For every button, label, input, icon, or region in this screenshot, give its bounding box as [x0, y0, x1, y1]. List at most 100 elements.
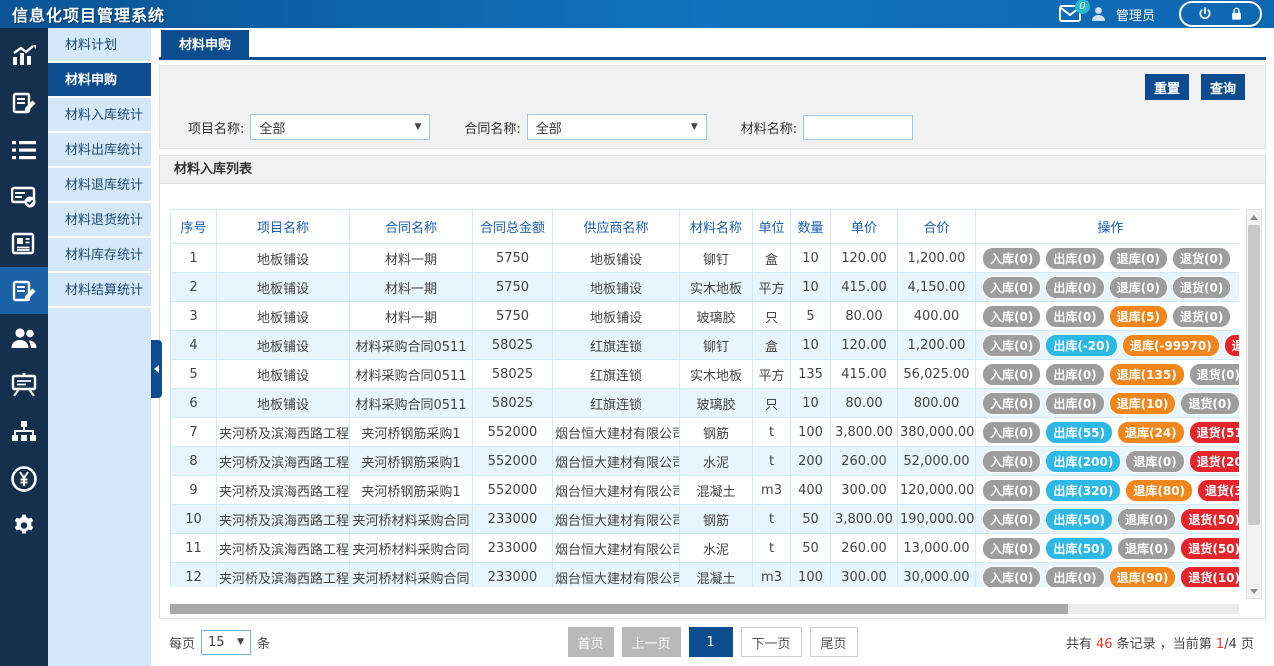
- inbound-button[interactable]: 入库(0): [982, 305, 1041, 328]
- sidebar-item[interactable]: 材料入库统计: [48, 98, 151, 133]
- store-return-button[interactable]: 退库(0): [1109, 247, 1168, 270]
- store-return-button[interactable]: 退库(80): [1125, 479, 1193, 502]
- goods-return-button[interactable]: 退货(0): [1189, 363, 1239, 386]
- yuan-icon[interactable]: [0, 455, 48, 502]
- outbound-button[interactable]: 出库(0): [1045, 566, 1104, 588]
- goods-return-button[interactable]: 退货(50): [1180, 508, 1239, 531]
- material-name-input[interactable]: [803, 115, 913, 140]
- goods-return-button[interactable]: 退货(320): [1197, 479, 1239, 502]
- reset-button[interactable]: 重置: [1145, 74, 1189, 100]
- scroll-up-icon[interactable]: [1247, 210, 1261, 224]
- sidebar-item[interactable]: 材料申购: [48, 63, 151, 98]
- inbound-button[interactable]: 入库(0): [982, 334, 1041, 357]
- pager-button[interactable]: 首页: [567, 627, 613, 657]
- sidebar-collapse-toggle[interactable]: [151, 340, 162, 398]
- lock-icon[interactable]: [1229, 6, 1244, 22]
- users-icon[interactable]: [0, 314, 48, 361]
- pager-button[interactable]: 尾页: [810, 627, 858, 657]
- outbound-button[interactable]: 出库(50): [1045, 508, 1113, 531]
- form-edit-active-icon[interactable]: [0, 267, 48, 314]
- inbound-button[interactable]: 入库(0): [982, 479, 1041, 502]
- outbound-button[interactable]: 出库(-20): [1045, 334, 1118, 357]
- user-name[interactable]: 管理员: [1116, 5, 1155, 24]
- goods-return-button[interactable]: 退货(50): [1180, 537, 1239, 560]
- store-return-button[interactable]: 退库(0): [1117, 537, 1176, 560]
- contract-name-select[interactable]: 全部 ▼: [527, 114, 707, 140]
- store-return-button[interactable]: 退库(0): [1109, 276, 1168, 299]
- store-return-button[interactable]: 退库(10): [1109, 392, 1177, 415]
- sidebar-item[interactable]: 材料退货统计: [48, 203, 151, 238]
- scroll-down-icon[interactable]: [1247, 584, 1261, 598]
- sidebar-item[interactable]: 材料库存统计: [48, 238, 151, 273]
- outbound-button[interactable]: 出库(200): [1045, 450, 1121, 473]
- outbound-button[interactable]: 出库(320): [1045, 479, 1121, 502]
- horizontal-scrollbar[interactable]: [170, 604, 1239, 614]
- goods-return-button[interactable]: 退货(0): [1180, 392, 1239, 415]
- inbound-button[interactable]: 入库(0): [982, 566, 1041, 588]
- chart-icon[interactable]: [0, 32, 48, 79]
- goods-return-button[interactable]: 退货(0): [1172, 276, 1231, 299]
- gear-icon[interactable]: [0, 502, 48, 549]
- outbound-button[interactable]: 出库(0): [1045, 305, 1104, 328]
- outbound-button[interactable]: 出库(50): [1045, 537, 1113, 560]
- outbound-button[interactable]: 出库(0): [1045, 392, 1104, 415]
- goods-return-button[interactable]: 退货(200): [1189, 450, 1239, 473]
- search-button[interactable]: 查询: [1201, 74, 1245, 100]
- inbound-button[interactable]: 入库(0): [982, 392, 1041, 415]
- sidebar-item[interactable]: 材料计划: [48, 28, 151, 63]
- sitemap-icon[interactable]: [0, 408, 48, 455]
- inbound-button[interactable]: 入库(0): [982, 421, 1041, 444]
- store-return-button[interactable]: 退库(24): [1117, 421, 1185, 444]
- inbound-button[interactable]: 入库(0): [982, 276, 1041, 299]
- pager-button[interactable]: 下一页: [741, 627, 802, 657]
- tab-material-request[interactable]: 材料申购: [161, 30, 249, 57]
- store-return-button[interactable]: 退库(-99970): [1122, 334, 1220, 357]
- project-name-select[interactable]: 全部 ▼: [250, 114, 430, 140]
- pager-button[interactable]: 上一页: [621, 627, 680, 657]
- horizontal-scrollbar-thumb[interactable]: [170, 604, 1068, 614]
- sidebar-item[interactable]: 材料结算统计: [48, 273, 151, 308]
- store-return-button[interactable]: 退库(0): [1125, 450, 1184, 473]
- goods-return-button[interactable]: 退货(0): [1172, 305, 1231, 328]
- outbound-button[interactable]: 出库(0): [1045, 247, 1104, 270]
- store-return-button[interactable]: 退库(5): [1109, 305, 1168, 328]
- user-icon: [1091, 6, 1106, 22]
- top-bar: 信息化项目管理系统 0 管理员: [0, 0, 1274, 28]
- vertical-scrollbar[interactable]: [1246, 209, 1262, 599]
- actions-cell: 入库(0)出库(0)退库(135)退货(0): [976, 360, 1240, 389]
- sidebar-item[interactable]: 材料退库统计: [48, 168, 151, 203]
- store-return-button[interactable]: 退库(0): [1117, 508, 1176, 531]
- topbar-right: 0 管理员: [1059, 1, 1262, 27]
- outbound-button[interactable]: 出库(0): [1045, 363, 1104, 386]
- news-icon[interactable]: [0, 220, 48, 267]
- actions-cell: 入库(0)出库(0)退库(10)退货(0): [976, 389, 1240, 418]
- outbound-button[interactable]: 出库(55): [1045, 421, 1113, 444]
- store-return-button[interactable]: 退库(135): [1109, 363, 1185, 386]
- inbound-button[interactable]: 入库(0): [982, 363, 1041, 386]
- column-header: 序号: [171, 210, 217, 244]
- form-edit-icon[interactable]: [0, 79, 48, 126]
- inbound-button[interactable]: 入库(0): [982, 247, 1041, 270]
- goods-return-button[interactable]: 退货(0): [1172, 247, 1231, 270]
- pager-button[interactable]: 1: [689, 627, 733, 657]
- column-header: 供应商名称: [553, 210, 680, 244]
- message-icon[interactable]: 0: [1059, 5, 1081, 23]
- vertical-scrollbar-thumb[interactable]: [1248, 225, 1260, 525]
- actions-cell: 入库(0)出库(50)退库(0)退货(50): [976, 534, 1240, 563]
- actions-cell: 入库(0)出库(0)退库(0)退货(0): [976, 273, 1240, 302]
- inbound-button[interactable]: 入库(0): [982, 450, 1041, 473]
- tab-bar: 材料申购: [159, 30, 1266, 60]
- outbound-button[interactable]: 出库(0): [1045, 276, 1104, 299]
- list-icon[interactable]: [0, 126, 48, 173]
- per-page-select[interactable]: 15 ▼: [201, 630, 251, 655]
- store-return-button[interactable]: 退库(90): [1109, 566, 1177, 588]
- goods-return-button[interactable]: 退货(9998: [1224, 334, 1239, 357]
- power-icon[interactable]: [1197, 6, 1213, 22]
- inbound-button[interactable]: 入库(0): [982, 508, 1041, 531]
- inbound-button[interactable]: 入库(0): [982, 537, 1041, 560]
- board-icon[interactable]: [0, 361, 48, 408]
- goods-return-button[interactable]: 退货(10): [1180, 566, 1239, 588]
- goods-return-button[interactable]: 退货(51): [1189, 421, 1239, 444]
- card-check-icon[interactable]: [0, 173, 48, 220]
- sidebar-item[interactable]: 材料出库统计: [48, 133, 151, 168]
